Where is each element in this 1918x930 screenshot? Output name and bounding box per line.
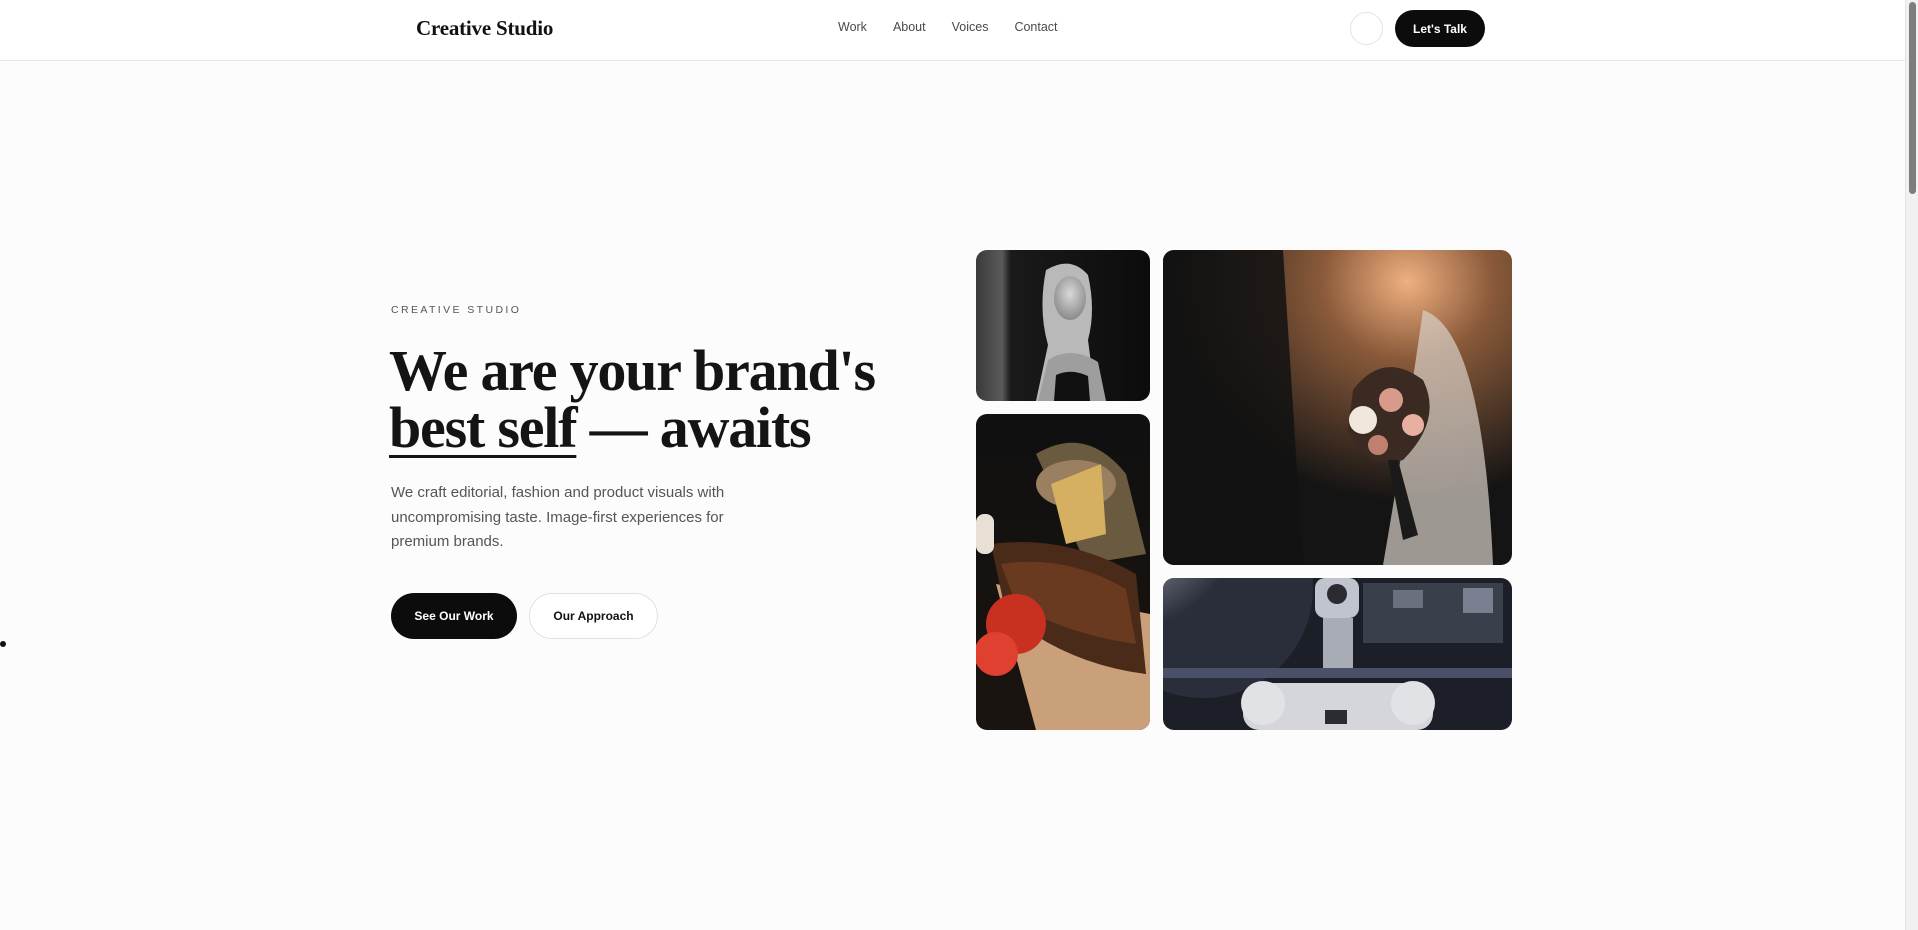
portrait-photo xyxy=(976,250,1150,401)
nav-link-about[interactable]: About xyxy=(893,20,926,34)
hero-headline: We are your brand's best self — awaits xyxy=(389,342,876,457)
our-approach-button[interactable]: Our Approach xyxy=(529,593,658,639)
site-header: Creative Studio Work About Voices Contac… xyxy=(0,0,1905,61)
nav-link-work[interactable]: Work xyxy=(838,20,867,34)
main-nav: Work About Voices Contact xyxy=(838,20,1058,34)
hero-eyebrow: CREATIVE STUDIO xyxy=(391,304,522,316)
hero-description: We craft editorial, fashion and product … xyxy=(391,484,725,550)
nav-link-voices[interactable]: Voices xyxy=(952,20,989,34)
theme-toggle-button[interactable] xyxy=(1350,12,1383,45)
brand-logo[interactable]: Creative Studio xyxy=(416,16,553,41)
wedding-bouquet-photo xyxy=(1163,250,1512,565)
moon-icon xyxy=(1362,23,1369,34)
see-our-work-button[interactable]: See Our Work xyxy=(391,593,517,639)
food-photo xyxy=(976,414,1150,730)
nav-link-contact[interactable]: Contact xyxy=(1014,20,1057,34)
cursor-dot xyxy=(0,641,6,647)
scrollbar-thumb[interactable] xyxy=(1909,2,1916,194)
page-scrollbar[interactable] xyxy=(1905,0,1918,930)
headline-underlined-phrase: best self xyxy=(389,395,578,460)
headline-line-1: We are your brand's xyxy=(389,338,876,403)
robot-photo xyxy=(1163,578,1512,730)
lets-talk-button[interactable]: Let's Talk xyxy=(1395,10,1485,47)
headline-line-2-rest: — awaits xyxy=(576,395,812,460)
